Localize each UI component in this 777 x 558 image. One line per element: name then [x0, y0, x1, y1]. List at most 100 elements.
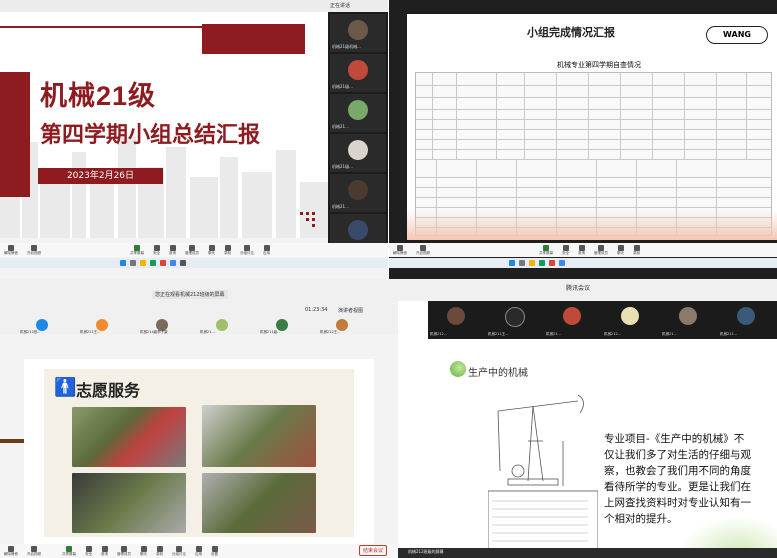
share-button[interactable]: 共享屏幕	[539, 244, 553, 256]
record-button[interactable]: 录制	[156, 545, 163, 557]
start-icon[interactable]	[509, 260, 515, 266]
table-title: 机械专业第四学期自查情况	[557, 61, 641, 69]
folder-icon[interactable]	[529, 260, 535, 266]
participant-tile[interactable]: 机械211级...	[260, 319, 306, 334]
apps-button[interactable]: 应用	[195, 545, 202, 557]
machine-drawing-image	[488, 394, 598, 551]
participant-tile[interactable]: 机械214级李子豪	[140, 319, 186, 334]
video-button[interactable]: 开启视频	[27, 545, 41, 557]
toolbar-label: 邀请	[578, 250, 585, 255]
screen-share-bar: 机械212班级的屏幕	[398, 548, 777, 558]
app-icon[interactable]	[549, 260, 555, 266]
members-button[interactable]: 管理成员	[117, 545, 131, 557]
person-icon: 🚹	[54, 377, 77, 398]
apps-button[interactable]: 应用	[263, 244, 270, 256]
security-button[interactable]: 安全	[153, 244, 160, 256]
participant-tile[interactable]: 机械21...	[544, 301, 599, 339]
security-button[interactable]: 安全	[562, 244, 569, 256]
participant-tile[interactable]: 机械21级机械...	[330, 14, 386, 52]
participant-name: 机械21级...	[332, 84, 353, 89]
toolbar-label: 解除静音	[393, 250, 407, 255]
app-icon[interactable]	[180, 260, 186, 266]
invite-button[interactable]: 邀请	[169, 244, 176, 256]
toolbar-label: 应用	[263, 250, 270, 255]
toolbar-label: 解除静音	[4, 250, 18, 255]
participant-tile[interactable]: 机械211...	[718, 301, 773, 339]
breakout-button[interactable]: 分组讨论	[240, 244, 254, 256]
slide-body-text: 专业项目-《生产中的机械》不仅让我们多了对生活的仔细与观察，也教会了我们用不同的…	[604, 433, 751, 525]
video-button[interactable]: 开启视频	[27, 244, 41, 256]
decor-red-line	[0, 26, 205, 28]
record-button[interactable]: 录制	[224, 244, 231, 256]
toolbar-label: 分组讨论	[240, 250, 254, 255]
view-mode-button[interactable]: 演讲者视图	[338, 307, 363, 314]
record-button[interactable]: 录制	[633, 244, 640, 256]
avatar	[348, 180, 368, 200]
app-icon[interactable]	[170, 260, 176, 266]
browser-icon[interactable]	[539, 260, 545, 266]
window-top-strip: 您正在观看机械212班级的屏幕 01:23:34 演讲者视图	[0, 279, 398, 317]
participant-name: 机械21...	[332, 124, 349, 129]
meeting-toolbar: 解除静音 开启视频 共享屏幕 安全 邀请 管理成员 聊天 录制	[389, 243, 777, 257]
members-button[interactable]: 管理成员	[594, 244, 608, 256]
participant-tile[interactable]: 机械21...	[330, 174, 386, 212]
search-icon[interactable]	[519, 260, 525, 266]
participant-tile[interactable]: 机械21...	[330, 94, 386, 132]
video-button[interactable]: 开启视频	[416, 244, 430, 256]
volunteer-photo	[202, 473, 316, 533]
meeting-timer: 01:23:34	[305, 307, 328, 313]
invite-button[interactable]: 邀请	[101, 545, 108, 557]
participant-tile[interactable]: 机械21级...	[330, 134, 386, 172]
participant-tile[interactable]: 机械212...	[428, 301, 483, 339]
settings-button[interactable]: 设置	[211, 545, 218, 557]
app-icon[interactable]	[160, 260, 166, 266]
slide-title: 机械21级	[40, 81, 157, 111]
chat-button[interactable]: 聊天	[208, 244, 215, 256]
security-button[interactable]: 安全	[85, 545, 92, 557]
participant-tile[interactable]: 机械21级...	[330, 54, 386, 92]
participant-tile[interactable]: 机械212...	[602, 301, 657, 339]
end-meeting-button[interactable]: 结束会议	[359, 545, 388, 556]
window-title-bar: 腾讯会议	[398, 279, 777, 301]
presentation-slide: 小组完成情况汇报 WANG 机械专业第四学期自查情况	[407, 14, 777, 240]
toolbar-label: 管理成员	[117, 551, 131, 556]
chat-button[interactable]: 聊天	[617, 244, 624, 256]
toolbar-label: 录制	[633, 250, 640, 255]
participant-name: 机械212...	[430, 332, 448, 336]
name-badge: WANG	[706, 26, 768, 44]
participant-name: 机械212...	[604, 332, 622, 336]
toolbar-label: 安全	[153, 250, 160, 255]
participant-strip: 机械212... 机械211王... 机械21... 机械212... 机械21…	[428, 301, 777, 339]
browser-icon[interactable]	[150, 260, 156, 266]
participant-tile[interactable]: 机械21...	[660, 301, 715, 339]
invite-button[interactable]: 邀请	[578, 244, 585, 256]
decor-red-sidebar	[0, 72, 30, 197]
mute-button[interactable]: 解除静音	[4, 545, 18, 557]
participant-tile[interactable]: 机械211王...	[80, 319, 126, 334]
participant-name: 机械21...	[200, 330, 215, 334]
chat-button[interactable]: 聊天	[140, 545, 147, 557]
participant-tile[interactable]: 机械211王...	[486, 301, 541, 339]
shared-screen-label: 正在讲话	[330, 3, 351, 9]
share-button[interactable]: 共享屏幕	[130, 244, 144, 256]
slide-subtitle: 第四学期小组总结汇报	[40, 122, 261, 147]
share-button[interactable]: 共享屏幕	[62, 545, 76, 557]
folder-icon[interactable]	[140, 260, 146, 266]
search-icon[interactable]	[130, 260, 136, 266]
mute-button[interactable]: 解除静音	[393, 244, 407, 256]
meeting-window-q3: 您正在观看机械212班级的屏幕 01:23:34 演讲者视图 机械212班...…	[0, 279, 398, 558]
toolbar-label: 管理成员	[185, 250, 199, 255]
participant-tile[interactable]: 机械212班...	[20, 319, 66, 334]
mute-button[interactable]: 解除静音	[4, 244, 18, 256]
participant-tile[interactable]: 机械212王...	[320, 319, 366, 334]
avatar	[348, 220, 368, 240]
toolbar-label: 开启视频	[27, 250, 41, 255]
participant-name: 机械211级...	[260, 330, 281, 334]
participant-tile[interactable]: 机械21...	[200, 319, 246, 334]
window-top-strip: 正在讲话	[0, 0, 388, 12]
start-icon[interactable]	[120, 260, 126, 266]
members-button[interactable]: 管理成员	[185, 244, 199, 256]
breakout-button[interactable]: 分组讨论	[172, 545, 186, 557]
app-icon[interactable]	[559, 260, 565, 266]
presentation-slide: 生产中的机械 专业项目-《生产中的机械》不仅让我们多了对生活的仔细与观察，也教会…	[428, 346, 777, 558]
